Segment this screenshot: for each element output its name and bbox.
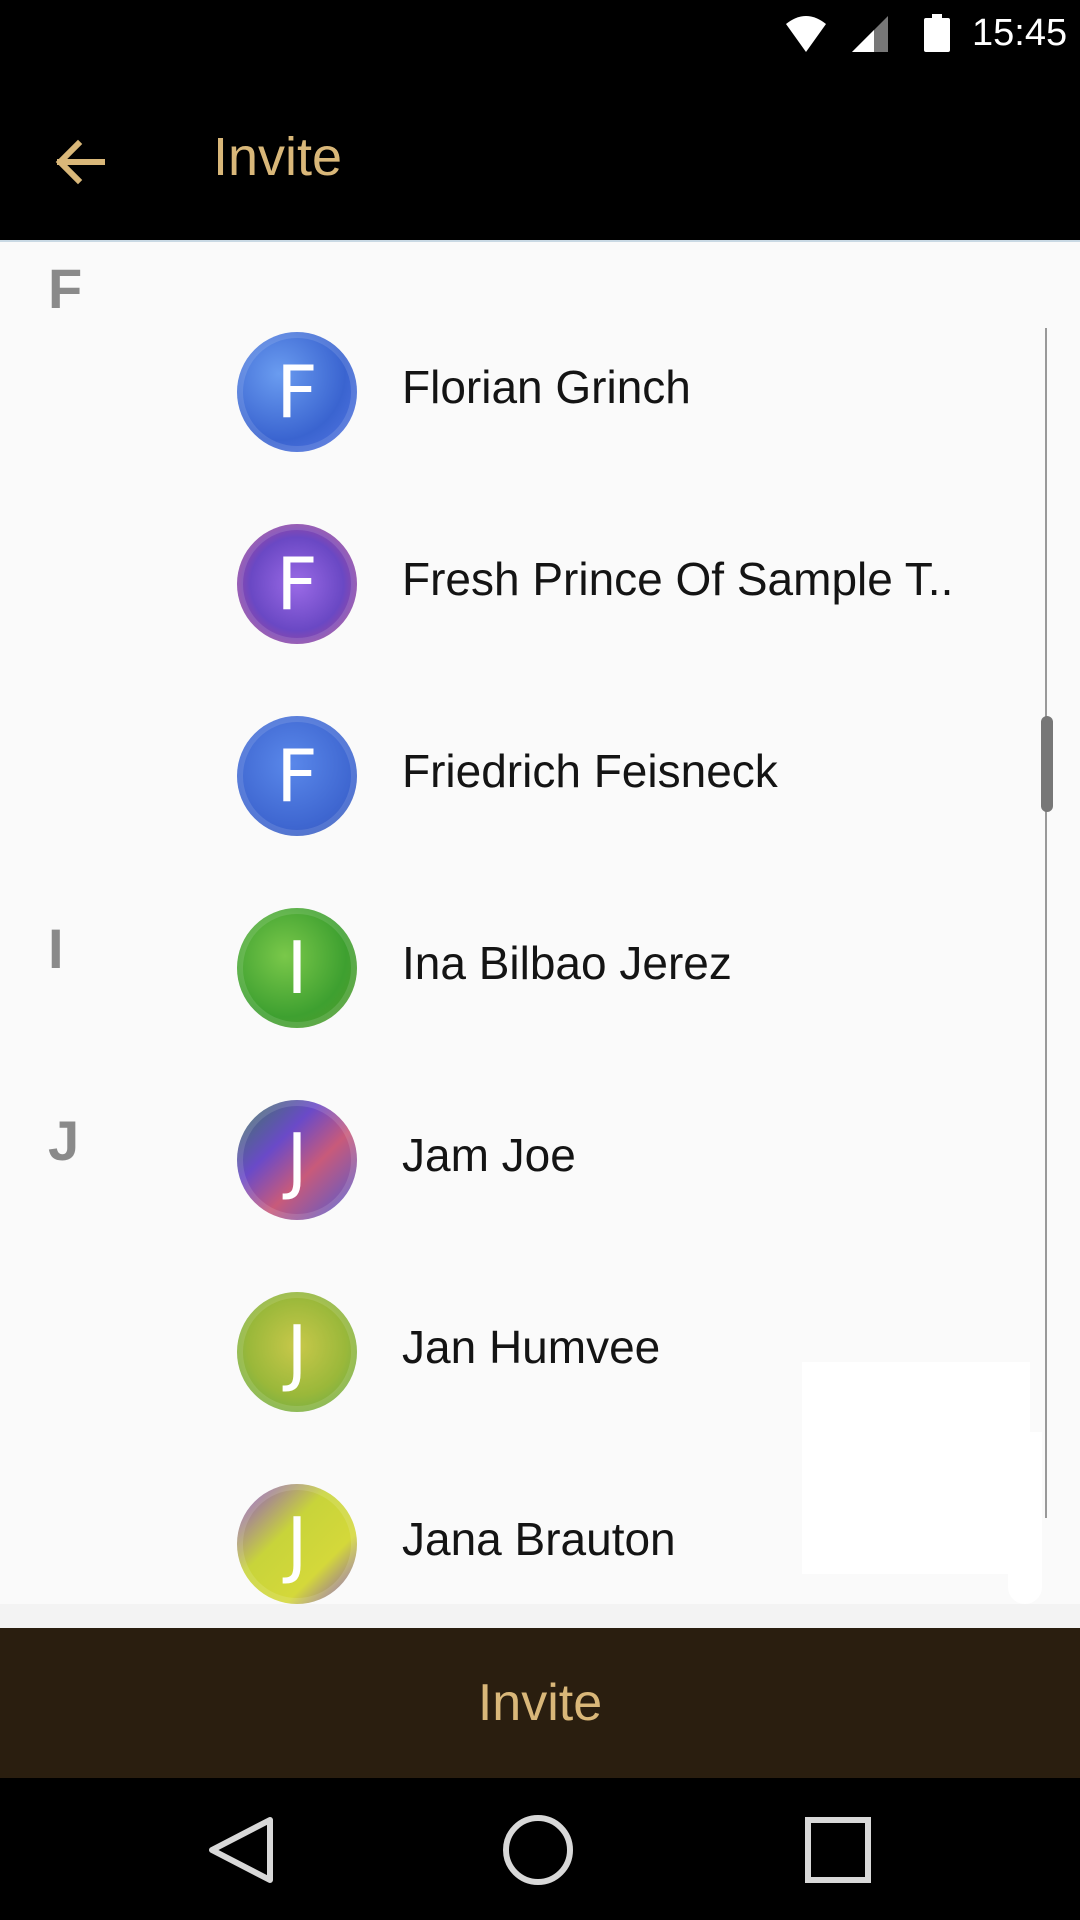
avatar: J	[237, 1100, 357, 1220]
contact-row[interactable]: I Ina Bilbao Jerez	[0, 878, 1040, 1058]
wifi-icon	[786, 16, 826, 52]
avatar: J	[237, 1292, 357, 1412]
nav-recents-icon[interactable]	[796, 1808, 880, 1892]
avatar: J	[237, 1484, 357, 1604]
contact-row[interactable]: J Jam Joe	[0, 1070, 1040, 1250]
back-button[interactable]	[40, 122, 120, 202]
contact-name: Jam Joe	[402, 1129, 576, 1181]
avatar: I	[237, 908, 357, 1028]
signal-icon	[852, 16, 888, 52]
contact-row[interactable]: F Fresh Prince Of Sample T..	[0, 494, 1040, 674]
avatar: F	[237, 524, 357, 644]
fast-scroll-overlay	[802, 1362, 1030, 1574]
contact-name: Friedrich Feisneck	[402, 745, 778, 797]
arrow-left-icon	[55, 139, 105, 185]
contact-name: Florian Grinch	[402, 361, 691, 413]
nav-home-icon[interactable]	[496, 1808, 580, 1892]
contact-list[interactable]: F I J F Florian Grinch F Fresh Prince Of…	[0, 240, 1080, 1604]
contact-name: Jan Humvee	[402, 1321, 661, 1373]
status-bar: 15:45	[0, 0, 1080, 72]
scrollbar-track	[1045, 328, 1047, 1518]
contact-name: Fresh Prince Of Sample T..	[402, 553, 954, 605]
fast-scroll-overlay-tab	[1008, 1432, 1042, 1604]
battery-icon	[924, 14, 950, 52]
status-time: 15:45	[972, 12, 1068, 54]
avatar: F	[237, 332, 357, 452]
nav-back-icon[interactable]	[200, 1808, 284, 1892]
scrollbar-thumb[interactable]	[1041, 716, 1053, 812]
contact-name: Ina Bilbao Jerez	[402, 937, 732, 989]
invite-button[interactable]: Invite	[0, 1628, 1080, 1778]
contact-row[interactable]: F Florian Grinch	[0, 302, 1040, 482]
invite-button-label: Invite	[477, 1674, 603, 1732]
divider	[0, 1604, 1080, 1628]
contact-name: Jana Brauton	[402, 1513, 676, 1565]
app-bar: Invite	[0, 72, 1080, 240]
page-title: Invite	[213, 127, 343, 187]
avatar: F	[237, 716, 357, 836]
system-nav-bar	[0, 1778, 1080, 1920]
contact-row[interactable]: F Friedrich Feisneck	[0, 686, 1040, 866]
